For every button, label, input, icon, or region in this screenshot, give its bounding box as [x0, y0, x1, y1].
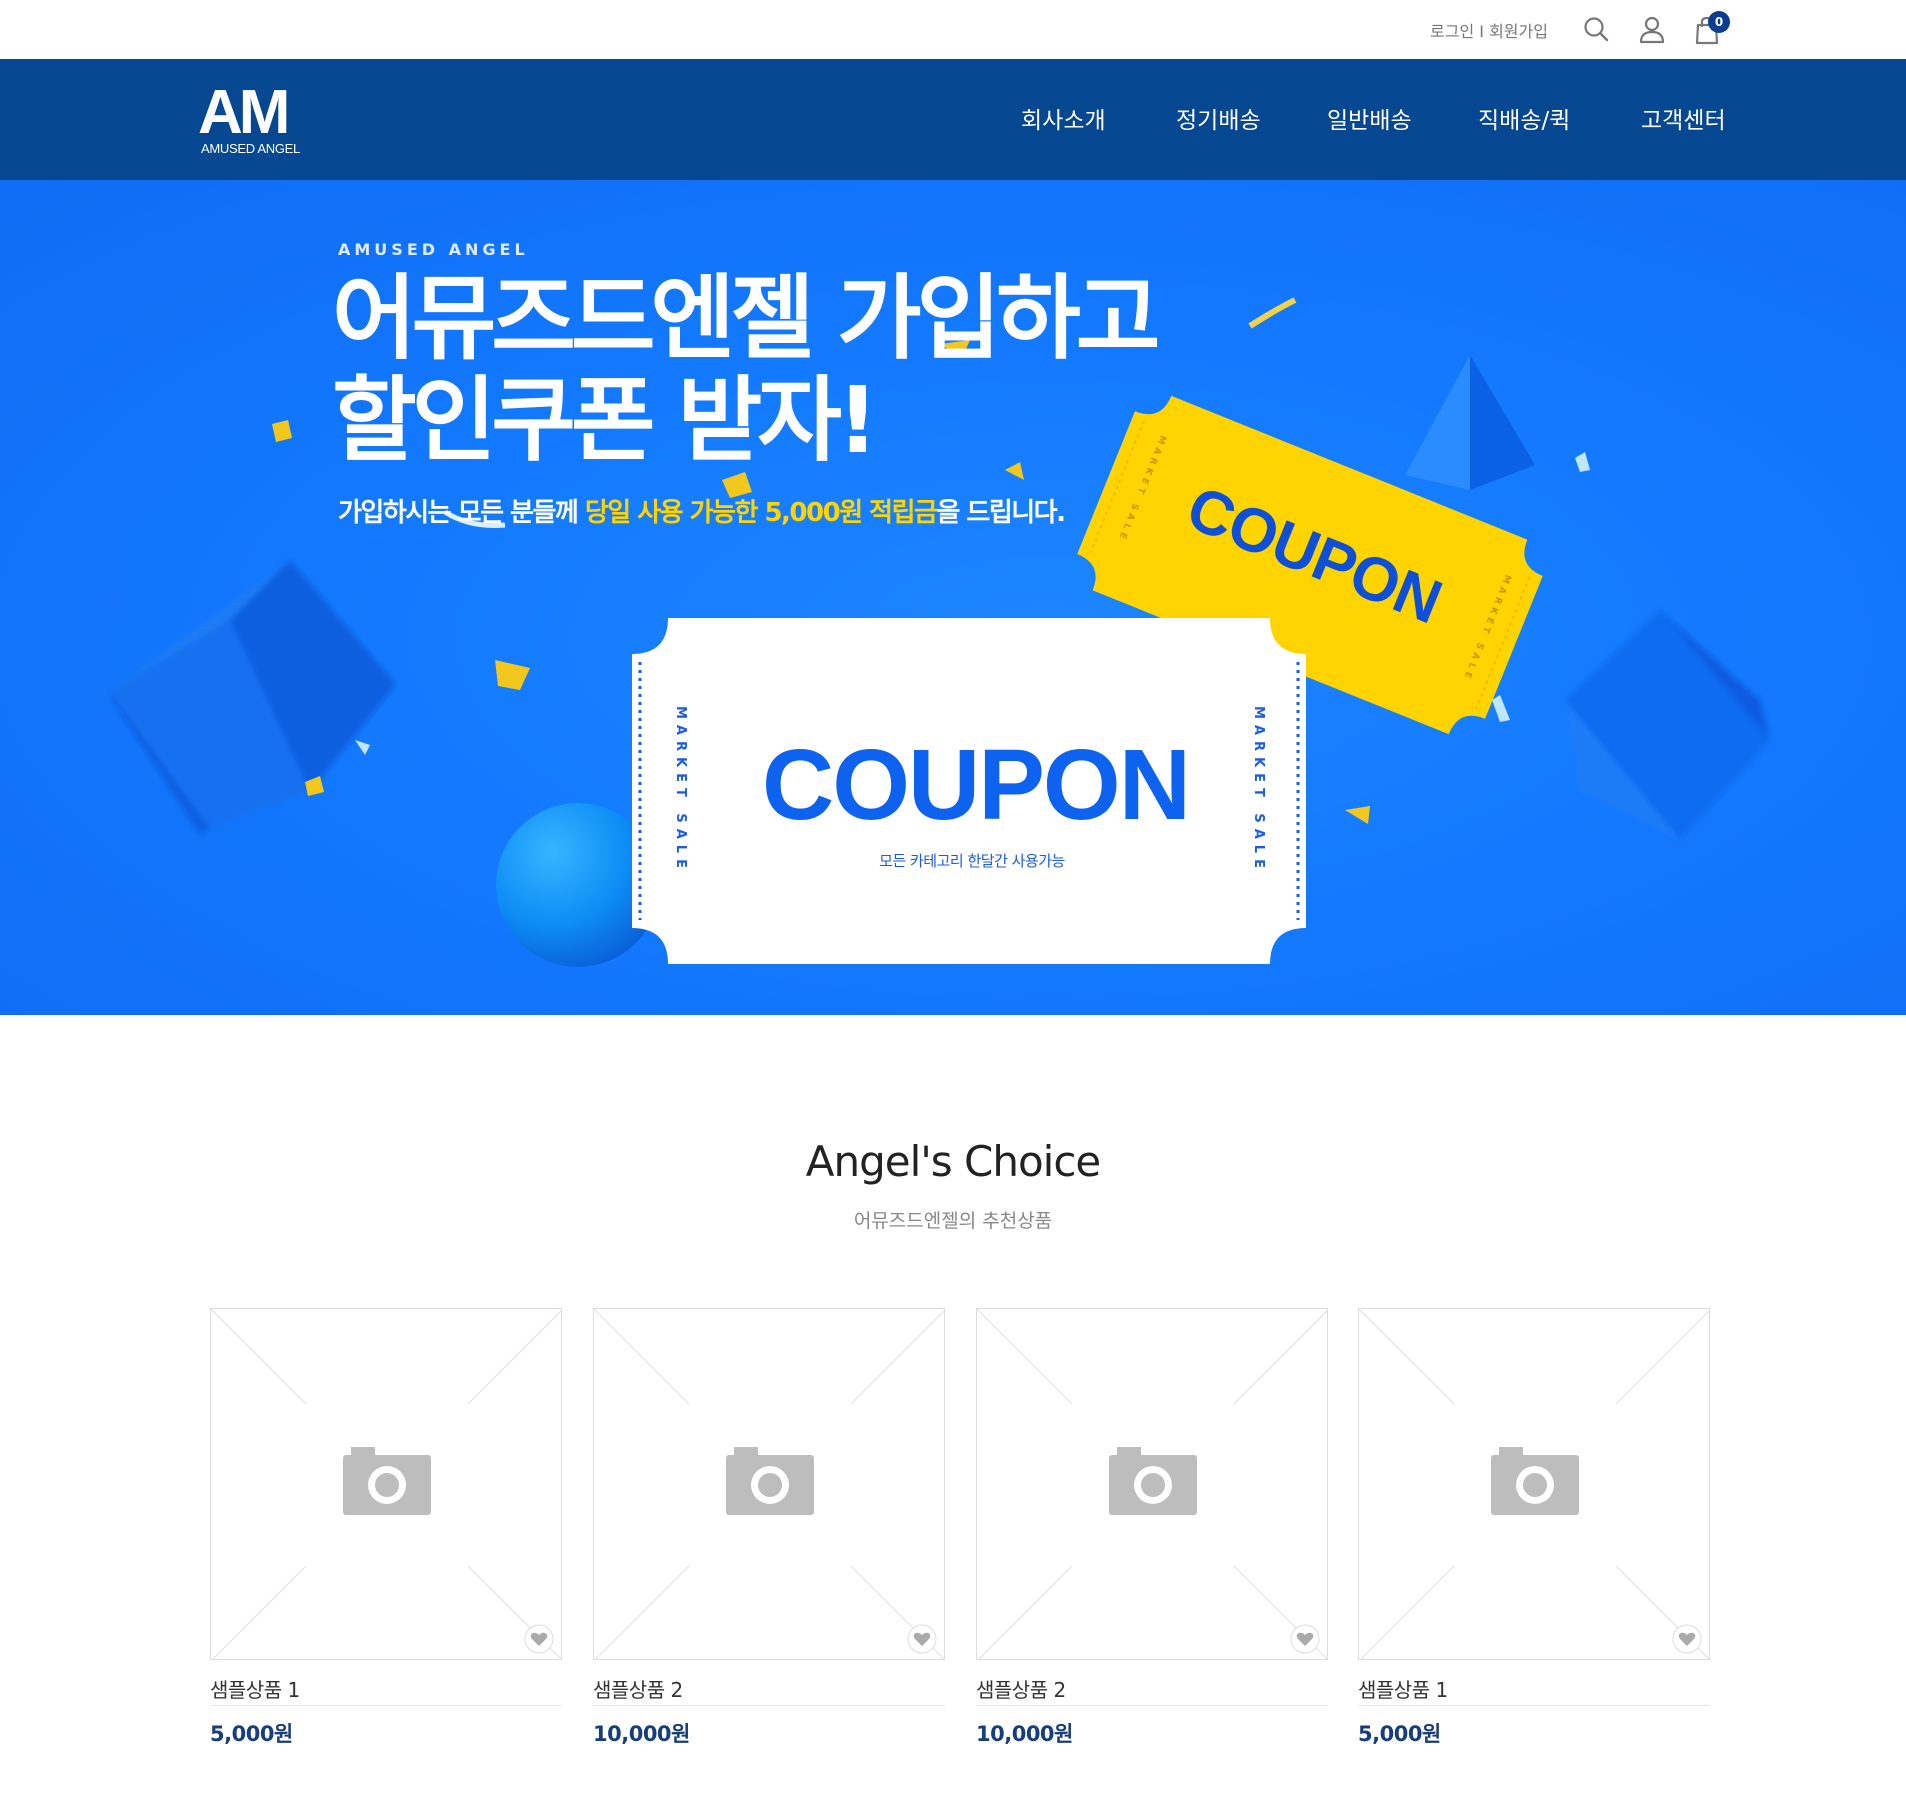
cart-count-badge: 0 [1708, 11, 1730, 33]
product-card[interactable]: 샘플상품 1 5,000원 [210, 1308, 562, 1748]
product-image-placeholder[interactable] [976, 1308, 1328, 1660]
auth-separator: I [1479, 22, 1484, 41]
camera-placeholder-icon [977, 1309, 1327, 1659]
top-utility-bar: 로그인 I 회원가입 0 [0, 0, 1906, 59]
hero-banner[interactable]: AMUSED ANGEL 어뮤즈드엔젤 가입하고 할인쿠폰 받자! 가입하시는 … [0, 180, 1906, 1015]
hero-headline-line1: 어뮤즈드엔젤 가입하고 [332, 265, 1160, 372]
hero-subline-pre: 가입하시는 모든 분들께 [338, 498, 585, 528]
section-subtitle: 어뮤즈드엔젤의 추천상품 [853, 1210, 1053, 1232]
logo-subtitle: AMUSED ANGEL [201, 141, 300, 156]
wishlist-heart-icon[interactable] [1290, 1624, 1320, 1654]
logo-mark: AM [198, 78, 290, 147]
signup-link[interactable]: 회원가입 [1489, 22, 1548, 41]
camera-placeholder-icon [1359, 1309, 1709, 1659]
product-image-placeholder[interactable] [593, 1308, 945, 1660]
hero-brand: AMUSED ANGEL [338, 240, 529, 259]
pyramid [1405, 355, 1535, 490]
nav-about[interactable]: 회사소개 [1021, 101, 1106, 135]
product-image-placeholder[interactable] [1358, 1308, 1710, 1660]
hero-subline-post: 을 드립니다. [936, 498, 1066, 528]
product-name[interactable]: 샘플상품 1 [1358, 1674, 1710, 1706]
coupon-white-description: 모든 카테고리 한달간 사용가능 [879, 852, 1065, 870]
coupon-white-side-text-right: MARKET SALE [1251, 706, 1266, 874]
coupon-white: COUPON 모든 카테고리 한달간 사용가능 MARKET SALE MARK… [632, 618, 1306, 964]
wishlist-heart-icon[interactable] [524, 1624, 554, 1654]
user-icon[interactable] [1635, 13, 1669, 47]
hero-subline: 가입하시는 모든 분들께 당일 사용 가능한 5,000원 적립금을 드립니다. [338, 492, 1066, 529]
product-price: 10,000원 [593, 1722, 690, 1746]
nav-customer-center[interactable]: 고객센터 [1641, 101, 1726, 135]
nav-general-delivery[interactable]: 일반배송 [1327, 101, 1412, 135]
wishlist-heart-icon[interactable] [1672, 1624, 1702, 1654]
product-name[interactable]: 샘플상품 1 [210, 1674, 562, 1706]
section-title: Angel's Choice [805, 1137, 1102, 1186]
main-navigation: AM AMUSED ANGEL 회사소개 정기배송 일반배송 직배송/퀵 고객센… [0, 59, 1906, 180]
product-price: 5,000원 [1358, 1722, 1441, 1746]
product-price: 5,000원 [210, 1722, 293, 1746]
product-name[interactable]: 샘플상품 2 [593, 1674, 945, 1706]
product-name[interactable]: 샘플상품 2 [976, 1674, 1328, 1706]
hero-headline: 어뮤즈드엔젤 가입하고 할인쿠폰 받자! [332, 265, 1160, 474]
logo[interactable]: AM AMUSED ANGEL [198, 78, 306, 157]
cube-left [110, 560, 396, 835]
cube-right [1565, 610, 1770, 840]
login-link[interactable]: 로그인 [1430, 22, 1474, 41]
auth-links: 로그인 I 회원가입 [1430, 18, 1548, 42]
nav-direct-quick[interactable]: 직배송/퀵 [1478, 101, 1570, 135]
wishlist-heart-icon[interactable] [907, 1624, 937, 1654]
product-card[interactable]: 샘플상품 1 5,000원 [1358, 1308, 1710, 1748]
camera-placeholder-icon [211, 1309, 561, 1659]
hero-subline-highlight: 당일 사용 가능한 5,000원 적립금 [584, 498, 938, 528]
product-card[interactable]: 샘플상품 2 10,000원 [976, 1308, 1328, 1748]
coupon-white-side-text-left: MARKET SALE [673, 706, 688, 874]
search-icon[interactable] [1580, 13, 1614, 47]
coupon-white-title: COUPON [762, 729, 1191, 841]
product-card[interactable]: 샘플상품 2 10,000원 [593, 1308, 945, 1748]
hero-headline-line2: 할인쿠폰 받자! [332, 367, 879, 474]
product-image-placeholder[interactable] [210, 1308, 562, 1660]
camera-placeholder-icon [594, 1309, 944, 1659]
nav-subscription-delivery[interactable]: 정기배송 [1176, 101, 1261, 135]
product-price: 10,000원 [976, 1722, 1073, 1746]
